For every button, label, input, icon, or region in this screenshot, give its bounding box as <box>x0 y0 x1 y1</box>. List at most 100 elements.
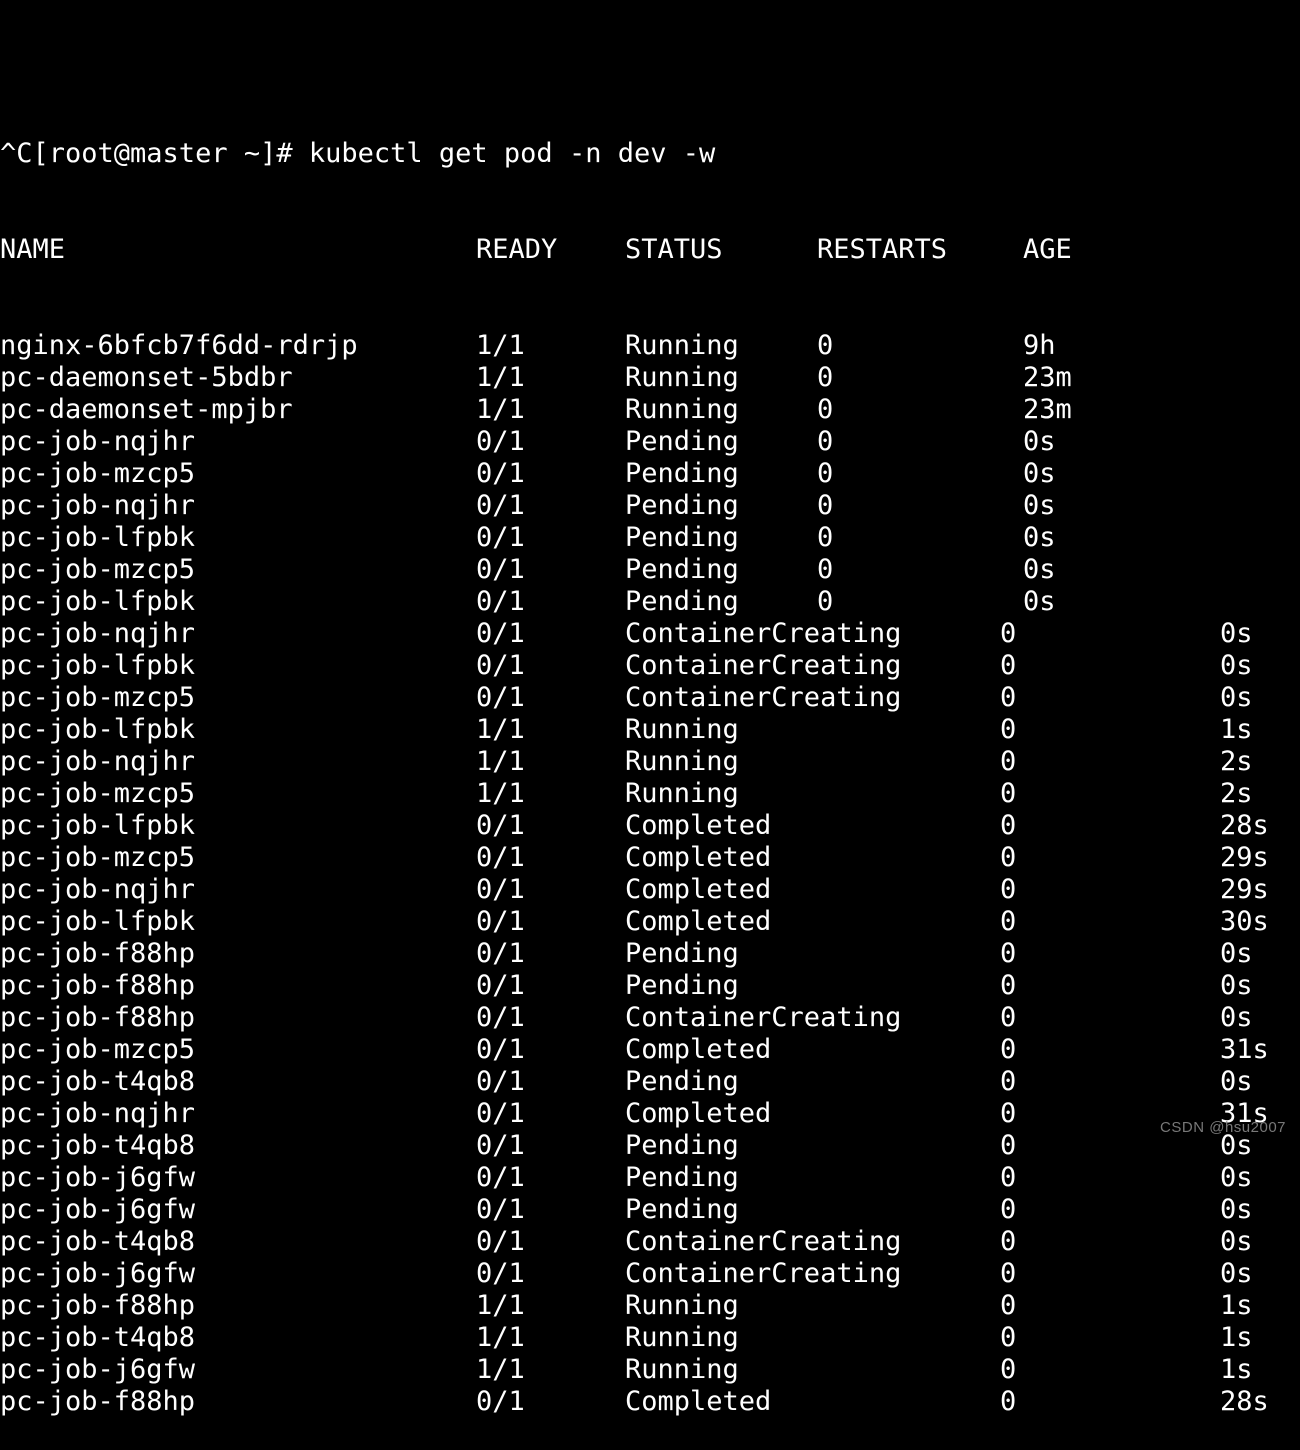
pod-status-cell: ContainerCreating <box>625 650 902 681</box>
pod-name-cell: pc-job-lfpbk <box>0 906 196 937</box>
pod-name-cell: pc-job-t4qb8 <box>0 1130 196 1161</box>
pod-name-cell: pc-job-f88hp <box>0 1290 196 1321</box>
pod-restarts-cell: 0 <box>817 522 834 553</box>
pod-status-cell: Pending <box>625 1162 739 1193</box>
pod-status-cell: Completed <box>625 1098 772 1129</box>
pod-age-cell: 1s <box>1220 714 1253 745</box>
pod-restarts-cell: 0 <box>1000 1226 1017 1257</box>
pod-age-cell: 1s <box>1220 1354 1253 1385</box>
pod-age-cell: 0s <box>1023 426 1056 457</box>
table-row: pc-job-mzcp5 0/1 ContainerCreating 0 0s <box>0 682 1300 714</box>
pod-name-cell: pc-job-lfpbk <box>0 714 196 745</box>
pod-status-cell: Running <box>625 778 739 809</box>
pod-status-cell: Pending <box>625 938 739 969</box>
pod-age-cell: 0s <box>1220 1162 1253 1193</box>
table-row: pc-job-nqjhr 0/1 ContainerCreating 0 0s <box>0 618 1300 650</box>
pod-status-cell: ContainerCreating <box>625 1002 902 1033</box>
pod-status-cell: Pending <box>625 458 739 489</box>
pod-age-cell: 31s <box>1220 1034 1269 1065</box>
pod-ready-cell: 0/1 <box>476 1066 525 1097</box>
table-row: pc-job-lfpbk 0/1 Completed 0 30s <box>0 906 1300 938</box>
pod-status-cell: Running <box>625 362 739 393</box>
pod-status-cell: ContainerCreating <box>625 618 902 649</box>
pod-status-cell: Pending <box>625 1066 739 1097</box>
pod-age-cell: 0s <box>1220 1226 1253 1257</box>
table-row: pc-job-lfpbk 0/1 Pending 0 0s <box>0 522 1300 554</box>
pod-name-cell: pc-job-mzcp5 <box>0 1034 196 1065</box>
pod-restarts-cell: 0 <box>817 330 834 361</box>
pod-age-cell: 0s <box>1220 1194 1253 1225</box>
terminal-output[interactable]: ^C[root@master ~]# kubectl get pod -n de… <box>0 0 1300 1450</box>
table-row: pc-job-j6gfw 1/1 Running 0 1s <box>0 1354 1300 1386</box>
pod-ready-cell: 0/1 <box>476 842 525 873</box>
table-row: pc-job-j6gfw 0/1 Pending 0 0s <box>0 1194 1300 1226</box>
pod-ready-cell: 0/1 <box>476 1002 525 1033</box>
pod-age-cell: 0s <box>1220 1258 1253 1289</box>
pod-name-cell: pc-job-lfpbk <box>0 522 196 553</box>
pod-restarts-cell: 0 <box>1000 1002 1017 1033</box>
pod-restarts-cell: 0 <box>817 490 834 521</box>
pod-restarts-cell: 0 <box>1000 810 1017 841</box>
pod-status-cell: ContainerCreating <box>625 1258 902 1289</box>
column-header-age: AGE <box>1023 234 1072 265</box>
pod-status-cell: Completed <box>625 810 772 841</box>
table-row: pc-job-t4qb8 1/1 Running 0 1s <box>0 1322 1300 1354</box>
pod-ready-cell: 0/1 <box>476 458 525 489</box>
pod-restarts-cell: 0 <box>817 426 834 457</box>
pod-status-cell: Pending <box>625 970 739 1001</box>
pod-name-cell: pc-daemonset-5bdbr <box>0 362 293 393</box>
pod-age-cell: 0s <box>1220 938 1253 969</box>
table-row: pc-job-nqjhr 0/1 Completed 0 29s <box>0 874 1300 906</box>
pod-status-cell: Pending <box>625 1130 739 1161</box>
column-header-ready: READY <box>476 234 558 265</box>
table-row: pc-job-lfpbk 0/1 Pending 0 0s <box>0 586 1300 618</box>
table-row: pc-job-lfpbk 1/1 Running 0 1s <box>0 714 1300 746</box>
pod-name-cell: pc-job-f88hp <box>0 1002 196 1033</box>
pod-age-cell: 0s <box>1023 554 1056 585</box>
pod-ready-cell: 0/1 <box>476 522 525 553</box>
table-row: pc-job-t4qb8 0/1 Pending 0 0s <box>0 1066 1300 1098</box>
pod-restarts-cell: 0 <box>1000 650 1017 681</box>
pod-age-cell: 28s <box>1220 1386 1269 1417</box>
pod-restarts-cell: 0 <box>1000 1386 1017 1417</box>
pod-ready-cell: 1/1 <box>476 1354 525 1385</box>
pod-ready-cell: 0/1 <box>476 1194 525 1225</box>
pod-name-cell: pc-job-t4qb8 <box>0 1322 196 1353</box>
pod-restarts-cell: 0 <box>1000 1290 1017 1321</box>
table-row: pc-job-f88hp 0/1 ContainerCreating 0 0s <box>0 1002 1300 1034</box>
pod-status-cell: Running <box>625 1322 739 1353</box>
pod-name-cell: pc-job-j6gfw <box>0 1258 196 1289</box>
pod-status-cell: Completed <box>625 842 772 873</box>
pod-ready-cell: 0/1 <box>476 1162 525 1193</box>
pod-age-cell: 31s <box>1220 1098 1269 1129</box>
column-header-status: STATUS <box>625 234 723 265</box>
table-row: pc-job-nqjhr 0/1 Completed 0 31s <box>0 1098 1300 1130</box>
pod-name-cell: pc-job-f88hp <box>0 938 196 969</box>
pod-status-cell: ContainerCreating <box>625 682 902 713</box>
pod-restarts-cell: 0 <box>1000 1194 1017 1225</box>
pod-age-cell: 0s <box>1220 682 1253 713</box>
pod-restarts-cell: 0 <box>1000 906 1017 937</box>
pod-name-cell: pc-job-nqjhr <box>0 426 196 457</box>
pod-ready-cell: 0/1 <box>476 490 525 521</box>
pod-restarts-cell: 0 <box>1000 682 1017 713</box>
pod-status-cell: Running <box>625 1290 739 1321</box>
pod-age-cell: 0s <box>1023 522 1056 553</box>
prompt-command-text: ^C[root@master ~]# kubectl get pod -n de… <box>0 138 716 169</box>
pod-age-cell: 0s <box>1023 490 1056 521</box>
pod-name-cell: pc-job-t4qb8 <box>0 1226 196 1257</box>
pod-restarts-cell: 0 <box>817 458 834 489</box>
pod-age-cell: 2s <box>1220 746 1253 777</box>
clipped-top-line <box>0 42 1300 74</box>
pod-age-cell: 2s <box>1220 778 1253 809</box>
pod-name-cell: pc-job-lfpbk <box>0 810 196 841</box>
table-row: pc-job-f88hp 0/1 Completed 0 28s <box>0 1386 1300 1418</box>
pod-name-cell: pc-job-nqjhr <box>0 618 196 649</box>
pod-ready-cell: 1/1 <box>476 714 525 745</box>
table-row: pc-job-lfpbk 0/1 ContainerCreating 0 0s <box>0 650 1300 682</box>
table-row: pc-job-j6gfw 0/1 Pending 0 0s <box>0 1162 1300 1194</box>
pod-name-cell: pc-daemonset-mpjbr <box>0 394 293 425</box>
pod-ready-cell: 0/1 <box>476 1130 525 1161</box>
prompt-line: ^C[root@master ~]# kubectl get pod -n de… <box>0 138 1300 170</box>
pod-age-cell: 0s <box>1220 650 1253 681</box>
